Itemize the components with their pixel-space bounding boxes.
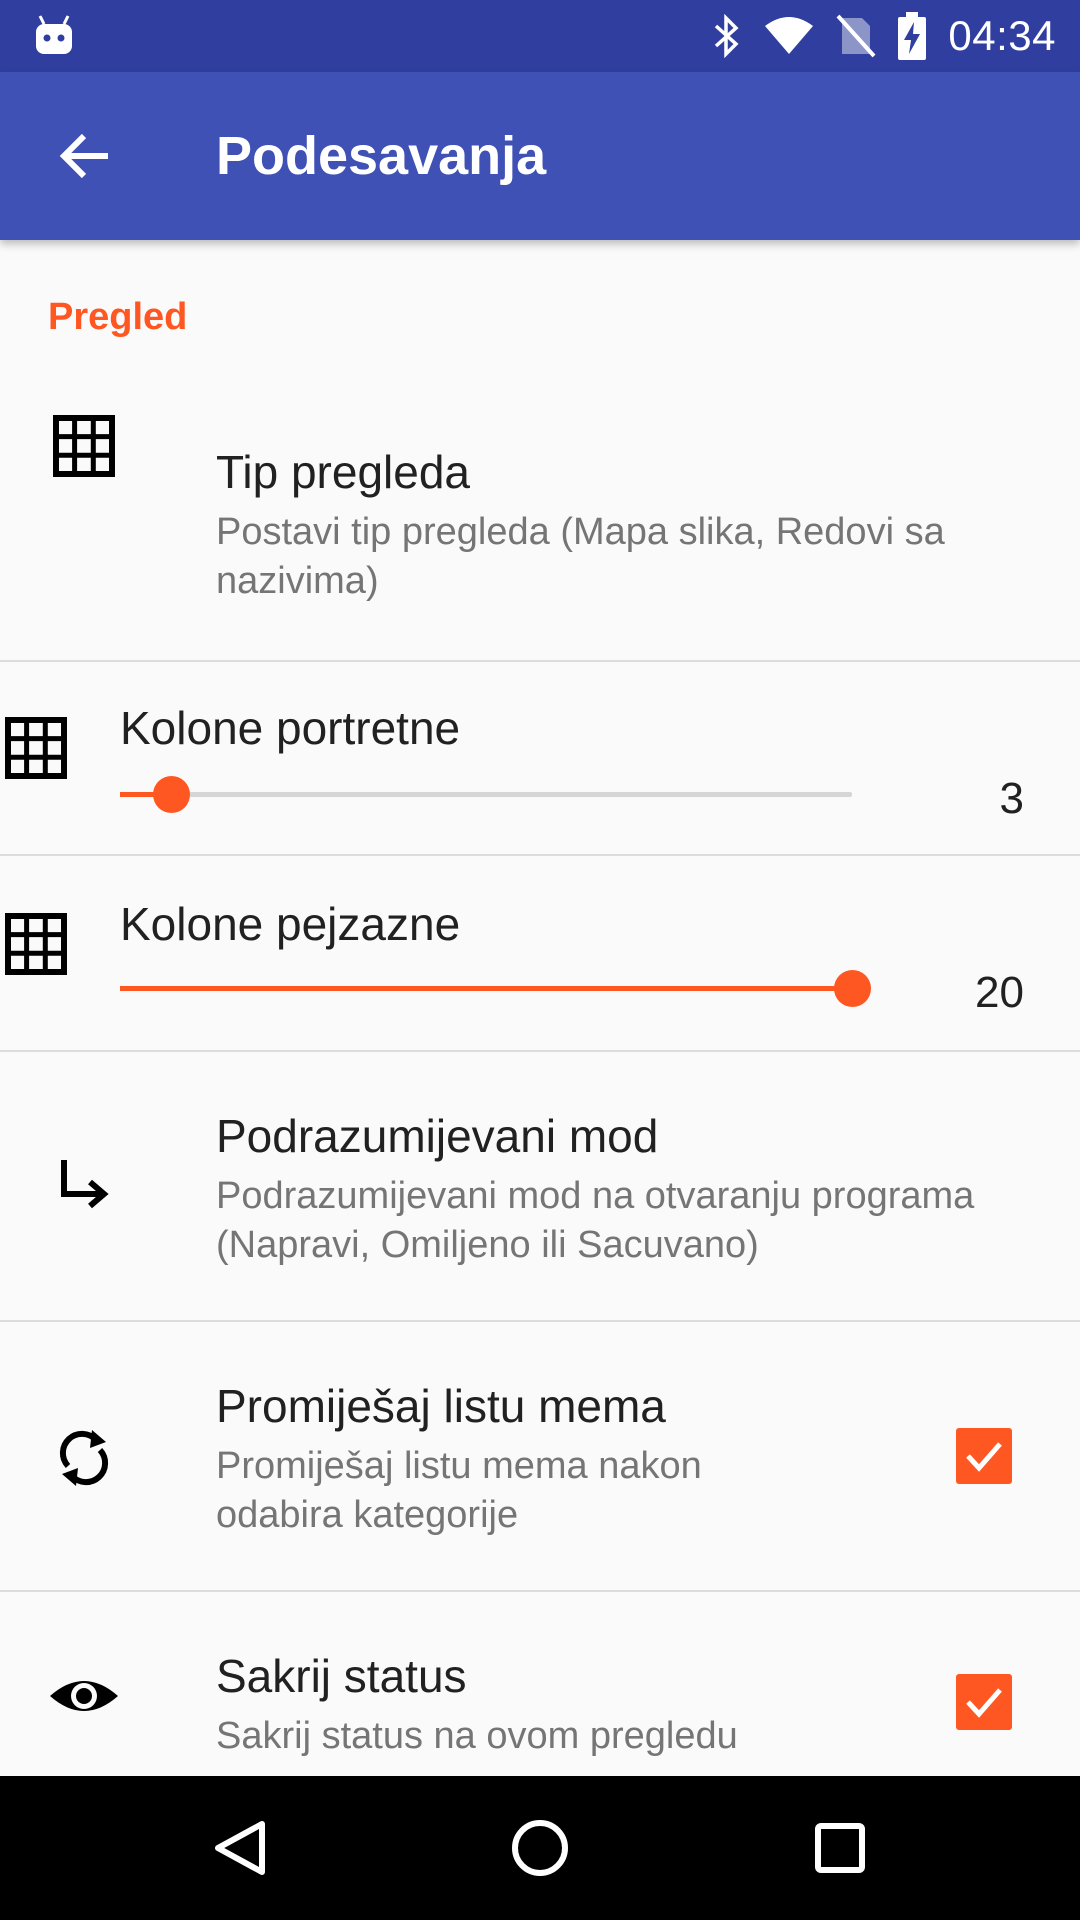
status-bar: 04:34: [0, 0, 1080, 72]
pref-title: Promiješaj listu mema: [216, 1380, 666, 1432]
app-bar: Podesavanja: [0, 72, 1080, 240]
columns-landscape-slider[interactable]: [120, 970, 871, 1007]
pref-summary: Podrazumijevani mod na otvaranju program…: [216, 1175, 975, 1266]
settings-list[interactable]: Pregled Tip pregleda Postavi tip pregled…: [0, 240, 1080, 1776]
subdirectory-arrow-icon: [61, 1160, 109, 1209]
no-sim-icon: [836, 14, 876, 58]
slider-fill: [120, 986, 852, 991]
pref-summary: Postavi tip pregleda (Mapa slika, Redovi…: [216, 511, 945, 602]
check-icon: [966, 1442, 1002, 1472]
bluetooth-icon: [715, 14, 739, 58]
pref-title: Kolone pejzazne: [120, 898, 461, 950]
grid-icon: [5, 913, 67, 975]
back-triangle-icon[interactable]: [204, 1812, 276, 1884]
pref-summary: Promiješaj listu mema nakon odabira kate…: [216, 1445, 702, 1536]
shuffle-checkbox[interactable]: [956, 1428, 1012, 1484]
pref-columns-landscape[interactable]: Kolone pejzazne 20: [0, 856, 1080, 1052]
arrow-back-icon[interactable]: [56, 124, 120, 188]
pref-columns-portrait[interactable]: Kolone portretne 3: [0, 662, 1080, 856]
page-title: Podesavanja: [216, 126, 547, 186]
android-icon: [36, 15, 72, 54]
battery-charging-icon: [898, 12, 927, 60]
category-header: Pregled: [48, 296, 188, 338]
pref-shuffle-memes[interactable]: Promiješaj listu mema Promiješaj listu m…: [0, 1322, 1080, 1592]
status-time: 04:34: [948, 12, 1056, 59]
sync-icon: [59, 1430, 109, 1486]
slider-thumb[interactable]: [834, 970, 871, 1007]
columns-portrait-slider[interactable]: [120, 776, 852, 813]
check-icon: [966, 1688, 1002, 1718]
pref-summary: Sakrij status na ovom pregledu: [216, 1715, 738, 1757]
slider-value: 3: [999, 774, 1024, 823]
pref-title: Kolone portretne: [120, 702, 461, 754]
recents-square-icon[interactable]: [804, 1812, 876, 1884]
pref-title: Podrazumijevani mod: [216, 1110, 659, 1162]
slider-thumb[interactable]: [153, 776, 191, 813]
wifi-icon: [765, 17, 814, 54]
navigation-bar: [0, 1776, 1080, 1920]
slider-value: 20: [975, 968, 1024, 1017]
pref-title: Sakrij status: [216, 1650, 467, 1702]
pref-title: Tip pregleda: [216, 446, 471, 498]
pref-view-type[interactable]: Tip pregleda Postavi tip pregleda (Mapa …: [0, 360, 1080, 662]
home-circle-icon[interactable]: [504, 1812, 576, 1884]
eye-icon: [50, 1681, 118, 1711]
grid-icon: [5, 717, 67, 779]
grid-icon: [53, 415, 115, 477]
hide-status-checkbox[interactable]: [956, 1674, 1012, 1730]
pref-default-mode[interactable]: Podrazumijevani mod Podrazumijevani mod …: [0, 1052, 1080, 1322]
pref-hide-status[interactable]: Sakrij status Sakrij status na ovom preg…: [0, 1592, 1080, 1776]
